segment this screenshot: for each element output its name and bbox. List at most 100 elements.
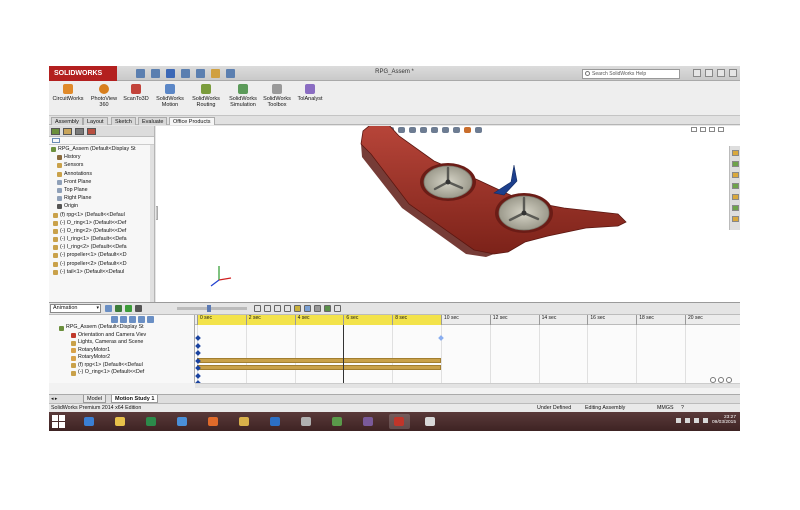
- propeller-2[interactable]: [495, 193, 553, 233]
- motion-tree-item[interactable]: (f) rpg<1> (Default<<Defaul: [49, 362, 194, 370]
- tree-item[interactable]: Front Plane: [49, 178, 154, 186]
- taskbar-app[interactable]: [141, 414, 162, 429]
- propeller-1[interactable]: [420, 163, 476, 201]
- tree-item[interactable]: (-) O_ring<1> (Default<<Def: [49, 219, 154, 227]
- view-palette-icon[interactable]: [732, 183, 739, 189]
- forum-icon[interactable]: [732, 216, 739, 222]
- tree-item[interactable]: Top Plane: [49, 186, 154, 194]
- keyframe-marker[interactable]: [195, 372, 201, 379]
- taskbar-app[interactable]: [110, 414, 131, 429]
- tree-item[interactable]: (-) I_ring<1> (Default<<Defa: [49, 235, 154, 243]
- appearances-icon[interactable]: [732, 194, 739, 200]
- taskbar-app[interactable]: [327, 414, 348, 429]
- tab-evaluate[interactable]: Evaluate: [138, 117, 168, 125]
- tree-item[interactable]: (-) O_ring<2> (Default<<Def: [49, 227, 154, 235]
- timeline-scrollbar[interactable]: [195, 383, 740, 388]
- toolbox-button[interactable]: SolidWorks Toolbox: [261, 84, 293, 108]
- minimize-button[interactable]: [705, 69, 713, 77]
- tab-model[interactable]: Model: [83, 395, 106, 403]
- tree-item[interactable]: Annotations: [49, 170, 154, 178]
- add-key-icon[interactable]: [284, 305, 291, 312]
- play-icon[interactable]: [125, 305, 132, 312]
- filter-animated-icon[interactable]: [111, 316, 118, 323]
- taskbar-app[interactable]: [234, 414, 255, 429]
- filter-driving-icon[interactable]: [120, 316, 127, 323]
- motion-tree-item[interactable]: Lights, Cameras and Scene: [49, 339, 194, 347]
- taskbar-app[interactable]: [296, 414, 317, 429]
- motion-tree-item[interactable]: RotaryMotor2: [49, 354, 194, 362]
- tab-scroll-arrows-icon[interactable]: ◂ ▸: [51, 396, 57, 402]
- circuitworks-button[interactable]: CircuitWorks: [52, 84, 84, 102]
- slider-knob[interactable]: [207, 305, 211, 312]
- help-search-input[interactable]: Search SolidWorks Help: [582, 69, 680, 79]
- graphics-area[interactable]: [156, 126, 740, 302]
- flag-icon[interactable]: [685, 418, 690, 423]
- routing-button[interactable]: SolidWorks Routing: [189, 84, 223, 108]
- network-icon[interactable]: [694, 418, 699, 423]
- tree-filter[interactable]: [49, 137, 154, 145]
- propertymanager-tab-icon[interactable]: [63, 128, 72, 135]
- motor-timeline-bar[interactable]: [197, 365, 441, 370]
- design-library-icon[interactable]: [732, 161, 739, 167]
- zoom-timeline-icon[interactable]: [147, 316, 154, 323]
- tree-item[interactable]: (-) I_ring<2> (Default<<Defa: [49, 243, 154, 251]
- spring-icon[interactable]: [304, 305, 311, 312]
- clock[interactable]: 23:27 09/03/2015: [712, 414, 736, 429]
- tree-scrollbar[interactable]: [150, 145, 154, 302]
- taskbar-app[interactable]: [79, 414, 100, 429]
- resources-icon[interactable]: [732, 150, 739, 156]
- tab-motion-study-1[interactable]: Motion Study 1: [111, 395, 159, 403]
- photoview-button[interactable]: PhotoView 360: [89, 84, 119, 108]
- playback-speed-slider[interactable]: [177, 305, 247, 312]
- scanto3d-button[interactable]: ScanTo3D: [121, 84, 151, 102]
- taskbar-app[interactable]: [265, 414, 286, 429]
- autokey-icon[interactable]: [274, 305, 281, 312]
- tree-item[interactable]: Right Plane: [49, 194, 154, 202]
- taskbar-app[interactable]: [203, 414, 224, 429]
- file-explorer-icon[interactable]: [732, 172, 739, 178]
- start-button[interactable]: [51, 414, 66, 429]
- tree-item[interactable]: Sensors: [49, 161, 154, 169]
- tray-chevron-icon[interactable]: [676, 418, 681, 423]
- save-animation-icon[interactable]: [254, 305, 261, 312]
- rpg-wing-body[interactable]: [360, 126, 627, 257]
- motor-timeline-bar[interactable]: [197, 357, 441, 363]
- tree-item[interactable]: (-) propeller<1> (Default<<D: [49, 251, 154, 259]
- animation-wizard-icon[interactable]: [264, 305, 271, 312]
- tree-item[interactable]: (-) propeller<2> (Default<<D: [49, 260, 154, 268]
- tolanalyst-button[interactable]: TolAnalyst: [295, 84, 325, 102]
- motion-tree-item[interactable]: RPG_Assem (Default<Display St: [49, 324, 194, 332]
- close-button[interactable]: [729, 69, 737, 77]
- motion-button[interactable]: SolidWorks Motion: [153, 84, 187, 108]
- taskbar-app[interactable]: [389, 414, 410, 429]
- stop-icon[interactable]: [135, 305, 142, 312]
- tail-fin[interactable]: [493, 164, 518, 196]
- motion-tree-item[interactable]: Orientation and Camera Viev: [49, 332, 194, 340]
- tab-sketch[interactable]: Sketch: [111, 117, 136, 125]
- tab-layout[interactable]: Layout: [83, 117, 108, 125]
- timeline[interactable]: 0 sec 2 sec 4 sec 6 sec 8 sec 10 sec 12 sec 14 …: [195, 315, 740, 383]
- taskbar-app[interactable]: [172, 414, 193, 429]
- featuremanager-tab-icon[interactable]: [51, 128, 60, 135]
- calculate-icon[interactable]: [105, 305, 112, 312]
- tree-item[interactable]: RPG_Assem (Default<Display St: [49, 145, 154, 153]
- motion-tree-item[interactable]: (-) O_ring<1> (Default<<Def: [49, 369, 194, 377]
- results-plots-icon[interactable]: [334, 305, 341, 312]
- motion-tree-item[interactable]: RotaryMotor1: [49, 347, 194, 355]
- maximize-button[interactable]: [717, 69, 725, 77]
- display-tab-icon[interactable]: [87, 128, 96, 135]
- tree-item[interactable]: (-) tail<1> (Default<<Defaul: [49, 268, 154, 276]
- tree-item[interactable]: History: [49, 153, 154, 161]
- volume-icon[interactable]: [703, 418, 708, 423]
- play-from-start-icon[interactable]: [115, 305, 122, 312]
- motor-icon[interactable]: [294, 305, 301, 312]
- keyframe-marker[interactable]: [195, 342, 201, 349]
- filter-selected-icon[interactable]: [129, 316, 136, 323]
- gravity-icon[interactable]: [324, 305, 331, 312]
- end-keyframe-marker[interactable]: [438, 335, 444, 341]
- simulation-button[interactable]: SolidWorks Simulation: [225, 84, 261, 108]
- contact-icon[interactable]: [314, 305, 321, 312]
- tab-assembly[interactable]: Assembly: [51, 117, 83, 125]
- custom-properties-icon[interactable]: [732, 205, 739, 211]
- taskbar-app[interactable]: [358, 414, 379, 429]
